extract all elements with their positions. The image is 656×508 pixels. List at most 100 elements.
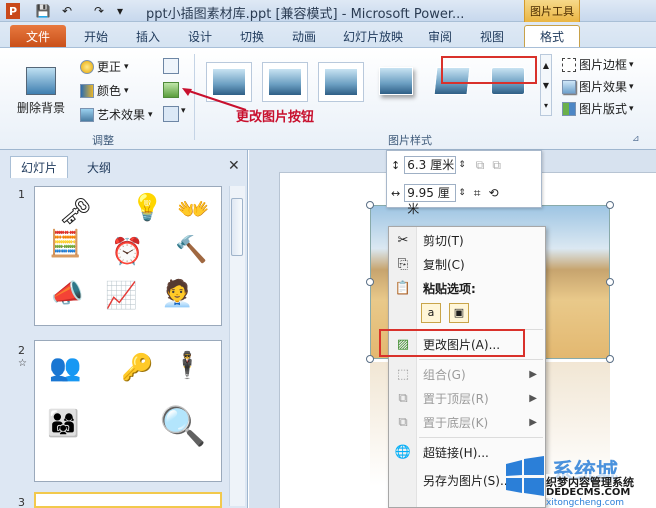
title-bar: P 💾 ↶ ↷ ▾ ppt小插图素材库.ppt [兼容模式] - Microso… [0, 0, 656, 22]
resize-handle[interactable] [366, 201, 374, 209]
menu-item-label: 复制(C) [423, 257, 465, 272]
picture-styles-group-label: 图片样式 [388, 134, 432, 147]
width-input[interactable]: 9.95 厘米 [404, 184, 457, 216]
paste-keep-format-icon[interactable]: a [421, 303, 441, 323]
slide-thumbnail-2[interactable]: 👥 🔑 🕴 👨‍👩‍👧 🔍 [34, 340, 222, 482]
resize-handle[interactable] [606, 278, 614, 286]
width-row: ↔ 9.95 厘米 ⇕ ⌗ ⟲ [391, 183, 499, 216]
menu-item-group[interactable]: ⬚ 组合(G) ▶ [389, 363, 545, 385]
tab-transitions[interactable]: 切换 [230, 25, 274, 47]
undo-icon[interactable]: ↶ [60, 3, 74, 19]
picture-layout-button[interactable]: 图片版式 ▾ [562, 100, 634, 117]
tab-review[interactable]: 审阅 [418, 25, 462, 47]
picture-style-3[interactable] [318, 62, 364, 102]
picture-style-4[interactable] [374, 62, 420, 102]
spinner-icon[interactable]: ⇕ [458, 160, 466, 170]
picture-border-icon [562, 57, 576, 72]
watermark: 系统城 织梦内容管理系统 DEDECMS.COM xitongcheng.com [500, 454, 656, 508]
artistic-effects-icon [80, 107, 94, 122]
menu-item-send-to-back[interactable]: ⧉ 置于底层(K) ▶ [389, 411, 545, 433]
tab-slideshow[interactable]: 幻灯片放映 [336, 25, 410, 47]
corrections-label: 更正 [97, 60, 122, 74]
slide-thumbnail-1[interactable]: 🗝 💡 👐 🧮 ⏰ 🔨 📣 📈 🧑‍💼 [34, 186, 222, 326]
megaphone-clipart-icon: 📣 [51, 279, 84, 309]
chevron-down-icon[interactable]: ▼ [543, 81, 549, 90]
chevron-down-icon: ▾ [124, 61, 129, 72]
dialog-launcher-icon[interactable]: ⊿ [632, 134, 640, 144]
powerpoint-logo-icon[interactable]: P [6, 3, 20, 19]
submenu-arrow-icon: ▶ [529, 416, 537, 428]
picture-border-button[interactable]: 图片边框 ▾ [562, 56, 634, 73]
color-icon [80, 83, 94, 98]
picture-layout-label: 图片版式 [579, 102, 628, 116]
change-picture-icon[interactable] [163, 82, 179, 98]
gallery-more-icon[interactable]: ▾ [544, 101, 548, 110]
menu-item-cut[interactable]: ✂ 剪切(T) [389, 229, 545, 251]
lightbulb-clipart-icon: 💡 [131, 193, 164, 223]
send-backward-icon[interactable]: ⧉ [492, 158, 501, 173]
chevron-down-icon: ▾ [148, 109, 153, 120]
group-icon: ⬚ [396, 366, 410, 382]
tab-design[interactable]: 设计 [178, 25, 222, 47]
tab-format[interactable]: 格式 [524, 25, 580, 47]
calculator-clipart-icon: 🧮 [49, 229, 82, 259]
menu-item-bring-to-front[interactable]: ⧉ 置于顶层(R) ▶ [389, 387, 545, 409]
slide-star-icon: ☆ [18, 358, 27, 369]
chevron-down-icon: ▾ [629, 59, 634, 70]
color-button[interactable]: 颜色 ▾ [80, 82, 129, 99]
save-icon[interactable]: 💾 [36, 3, 51, 19]
close-icon[interactable]: ✕ [228, 158, 240, 174]
bring-forward-icon[interactable]: ⧉ [476, 158, 485, 173]
slide-number: 2 [18, 344, 25, 357]
rotate-icon[interactable]: ⟲ [489, 186, 499, 200]
ribbon: 删除背景 更正 ▾ 颜色 ▾ 艺术效果 ▾ ▾ 调整 ▲ ▼ ▾ 图片样式 ⊿ … [0, 48, 656, 150]
picture-effects-label: 图片效果 [579, 80, 628, 94]
businessman-clipart-icon: 🕴 [171, 351, 204, 381]
menu-item-label: 置于底层(K) [423, 415, 489, 430]
key-clipart-icon: 🔑 [121, 353, 154, 383]
remove-background-button[interactable]: 删除背景 [14, 54, 68, 116]
resize-handle[interactable] [606, 201, 614, 209]
compress-pictures-icon[interactable] [163, 58, 179, 74]
reset-picture-icon[interactable] [163, 106, 179, 122]
crop-icon[interactable]: ⌗ [474, 186, 481, 201]
picture-style-2[interactable] [262, 62, 308, 102]
tab-outline[interactable]: 大纲 [74, 156, 124, 178]
panel-tabs: 幻灯片 大纲 [0, 156, 248, 178]
spinner-icon[interactable]: ⇕ [458, 188, 466, 198]
height-input[interactable]: 6.3 厘米 [404, 156, 457, 174]
tab-animations[interactable]: 动画 [282, 25, 326, 47]
tab-file[interactable]: 文件 [10, 25, 66, 47]
resize-handle[interactable] [606, 355, 614, 363]
color-label: 颜色 [97, 84, 122, 98]
resize-handle[interactable] [366, 355, 374, 363]
chevron-up-icon[interactable]: ▲ [543, 61, 549, 70]
menu-item-label: 置于顶层(R) [423, 391, 489, 406]
chevron-down-icon: ▾ [629, 81, 634, 92]
corrections-button[interactable]: 更正 ▾ [80, 58, 129, 75]
windows-logo-icon [506, 456, 544, 496]
change-picture-highlight [379, 329, 525, 357]
resize-handle[interactable] [366, 278, 374, 286]
paste-as-picture-icon[interactable]: ▣ [449, 303, 469, 323]
scrollbar-thumb[interactable] [231, 198, 243, 256]
artistic-effects-button[interactable]: 艺术效果 ▾ [80, 106, 153, 123]
artistic-effects-label: 艺术效果 [97, 108, 146, 122]
menu-item-paste-options: 📋 粘贴选项: [389, 277, 545, 299]
gallery-scroll[interactable]: ▲ ▼ ▾ [540, 54, 552, 116]
globe-icon: 🌐 [394, 444, 412, 460]
mini-toolbar: ↕ 6.3 厘米 ⇕ ⧉ ⧉ ↔ 9.95 厘米 ⇕ ⌗ ⟲ [386, 150, 542, 216]
tab-insert[interactable]: 插入 [126, 25, 170, 47]
menu-item-copy[interactable]: ⎘ 复制(C) [389, 253, 545, 275]
redo-icon[interactable]: ↷ [92, 3, 106, 19]
picture-effects-button[interactable]: 图片效果 ▾ [562, 78, 634, 95]
remove-background-icon [26, 67, 56, 95]
customize-qat-icon[interactable]: ▾ [114, 3, 126, 19]
change-picture-button-highlight [441, 56, 537, 84]
tab-slides[interactable]: 幻灯片 [10, 156, 68, 178]
slide-thumbnail-3[interactable] [34, 492, 222, 508]
window-title: ppt小插图素材库.ppt [兼容模式] - Microsoft Power..… [146, 7, 465, 22]
tab-home[interactable]: 开始 [74, 25, 118, 47]
adjust-group-label: 调整 [92, 134, 114, 147]
tab-view[interactable]: 视图 [470, 25, 514, 47]
